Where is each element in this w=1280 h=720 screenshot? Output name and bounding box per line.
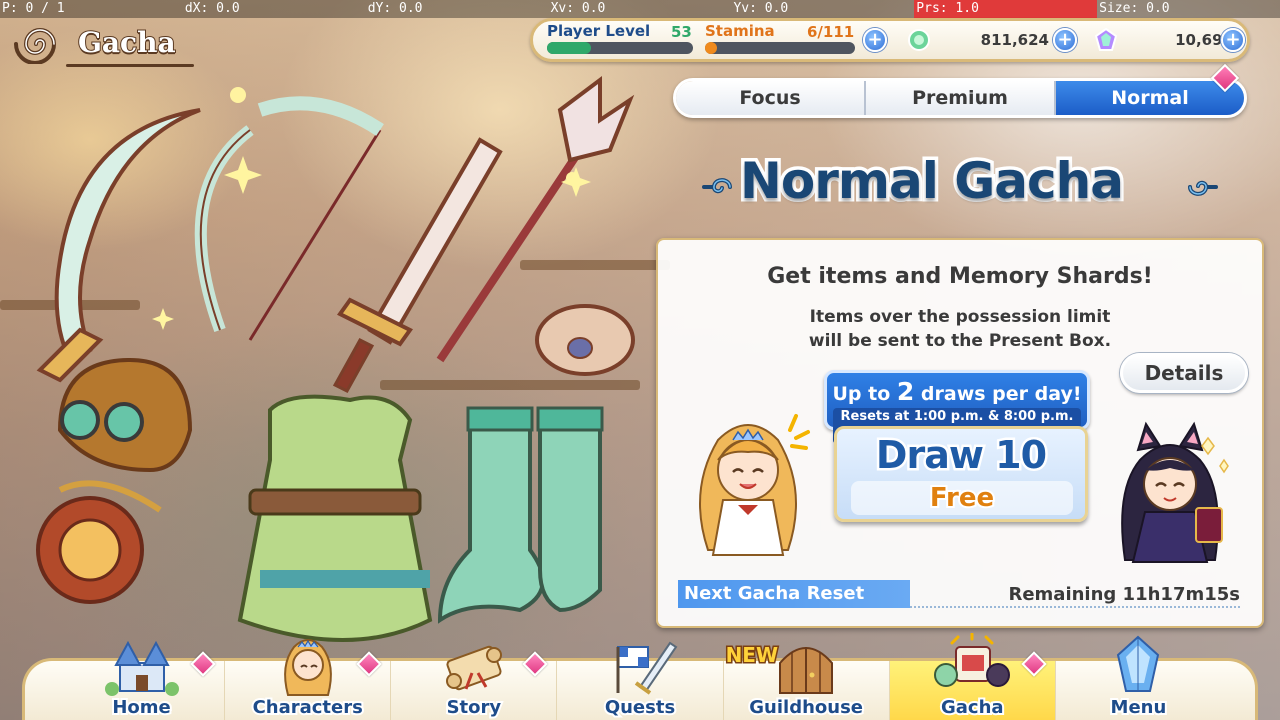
debug-pressure: Prs: 1.0 [914,0,1098,18]
nav-item-quests[interactable]: Quests [557,641,724,720]
nav-item-label: Menu [1109,695,1169,720]
reset-divider [910,606,1240,608]
debug-xv: Xv: 0.0 [550,1,606,16]
mana-coin-icon [908,29,930,51]
gacha-info-panel: Get items and Memory Shards! Items over … [656,238,1264,628]
debug-overlay: P: 0 / 1 dX: 0.0 dY: 0.0 Xv: 0.0 Yv: 0.0… [0,0,1280,18]
karyl-character-icon [1121,421,1229,563]
add-mana-button[interactable]: + [1053,28,1077,52]
debug-dy: dY: 0.0 [367,1,423,16]
nav-item-guildhouse[interactable]: NEW Guildhouse [724,642,890,720]
banner-draw-count: 2 [896,377,915,406]
sparkle-icon [152,308,174,330]
banner-suffix: draws per day! [914,383,1082,405]
door-icon [779,647,834,694]
nav-item-label: Quests [603,695,677,720]
pecorine-character-icon [699,414,810,556]
new-tag: NEW [724,642,779,669]
mana-value: 811,624 [980,31,1049,49]
page-heading: Normal Gacha [737,149,1128,214]
debug-yv: Yv: 0.0 [733,1,789,16]
bracelet-icon [535,304,635,376]
gacha-screen: P: 0 / 1 dX: 0.0 dY: 0.0 Xv: 0.0 Yv: 0.0… [0,0,1280,720]
gacha-equipment-showcase [36,76,635,642]
add-jewels-button[interactable]: + [1221,28,1245,52]
player-status-bar: Player Level 53 Stamina 6/111 + 811,624 … [530,18,1250,62]
nav-item-story[interactable]: Story [391,645,558,720]
nav-item-label: Home [110,695,172,720]
player-level-fill [547,42,591,54]
tab-normal[interactable]: Normal [1056,81,1244,115]
panel-description-line-1: Items over the possession limit [809,307,1111,327]
banner-prefix: Up to [832,383,897,405]
player-level-value: 53 [671,23,692,41]
curved-blade-icon [36,108,201,383]
debug-dx: dX: 0.0 [184,1,240,16]
draw-cost-label: Free [851,481,1073,515]
nav-item-label: Guildhouse [747,695,865,720]
robe-icon [237,394,433,642]
sword-icon [332,137,503,393]
sword-flag-icon [616,641,678,695]
tab-premium[interactable]: Premium [866,81,1056,115]
aviator-hat-icon [57,357,193,473]
nav-item-gacha[interactable]: Gacha [889,633,1056,720]
panel-description-line-2: will be sent to the Present Box. [808,331,1112,351]
debug-size: Size: 0.0 [1099,1,1170,16]
amulet-icon [36,480,162,604]
debug-pointer: P: 0 / 1 [2,1,65,16]
nav-item-characters[interactable]: Characters [225,639,392,720]
nav-item-menu[interactable]: Menu [1056,635,1221,720]
draw-10-label: Draw 10 [873,431,1049,480]
heading-ornament-right-icon [1188,180,1218,196]
gacha-machine-icon [934,633,1011,687]
stamina-fill [705,42,717,54]
gacha-tabs: Focus Premium Normal [673,78,1247,118]
heading-ornament-left-icon [702,178,732,194]
player-level-bar [547,42,693,54]
panel-description: Items over the possession limit will be … [658,305,1262,353]
page-title: Gacha [77,25,177,60]
nav-item-home[interactable]: Home [59,640,226,720]
scroll-icon [445,645,502,691]
draw-10-button[interactable]: Draw 10 Free [834,426,1088,522]
sparkle-icon [224,156,262,194]
next-reset-label: Next Gacha Reset [678,580,910,608]
screen-title: Gacha [6,20,194,70]
stamina-bar [705,42,855,54]
remaining-time: Remaining 11h17m15s [1008,584,1240,605]
nav-item-label: Characters [251,695,365,720]
details-button[interactable]: Details [1120,353,1248,393]
tab-focus[interactable]: Focus [676,81,866,115]
crystal-icon [1117,635,1160,692]
player-level-label: Player Level [547,22,651,40]
jewels-value: 10,698 [1175,31,1233,49]
panel-title: Get items and Memory Shards! [767,264,1153,289]
swirl-ornament-icon [14,28,57,64]
title-underline [66,64,194,67]
nav-item-label: Gacha [939,695,1006,720]
daily-draw-banner: Up to 2 draws per day! Resets at 1:00 p.… [824,370,1090,444]
add-stamina-button[interactable]: + [863,28,887,52]
bottom-navigation: Home Characters Story Quests NEW Guildhouse Ga… [22,633,1258,720]
gacha-heading: Normal Gacha [700,149,1230,222]
stamina-label: Stamina [705,22,775,40]
boots-icon [437,406,604,624]
character-portrait-icon [283,639,332,696]
nav-item-label: Story [445,695,504,720]
daily-draw-limit: Up to 2 draws per day! [827,377,1087,406]
stamina-value: 6/111 [807,23,855,41]
castle-icon [104,640,179,696]
jewel-icon [1094,27,1118,51]
